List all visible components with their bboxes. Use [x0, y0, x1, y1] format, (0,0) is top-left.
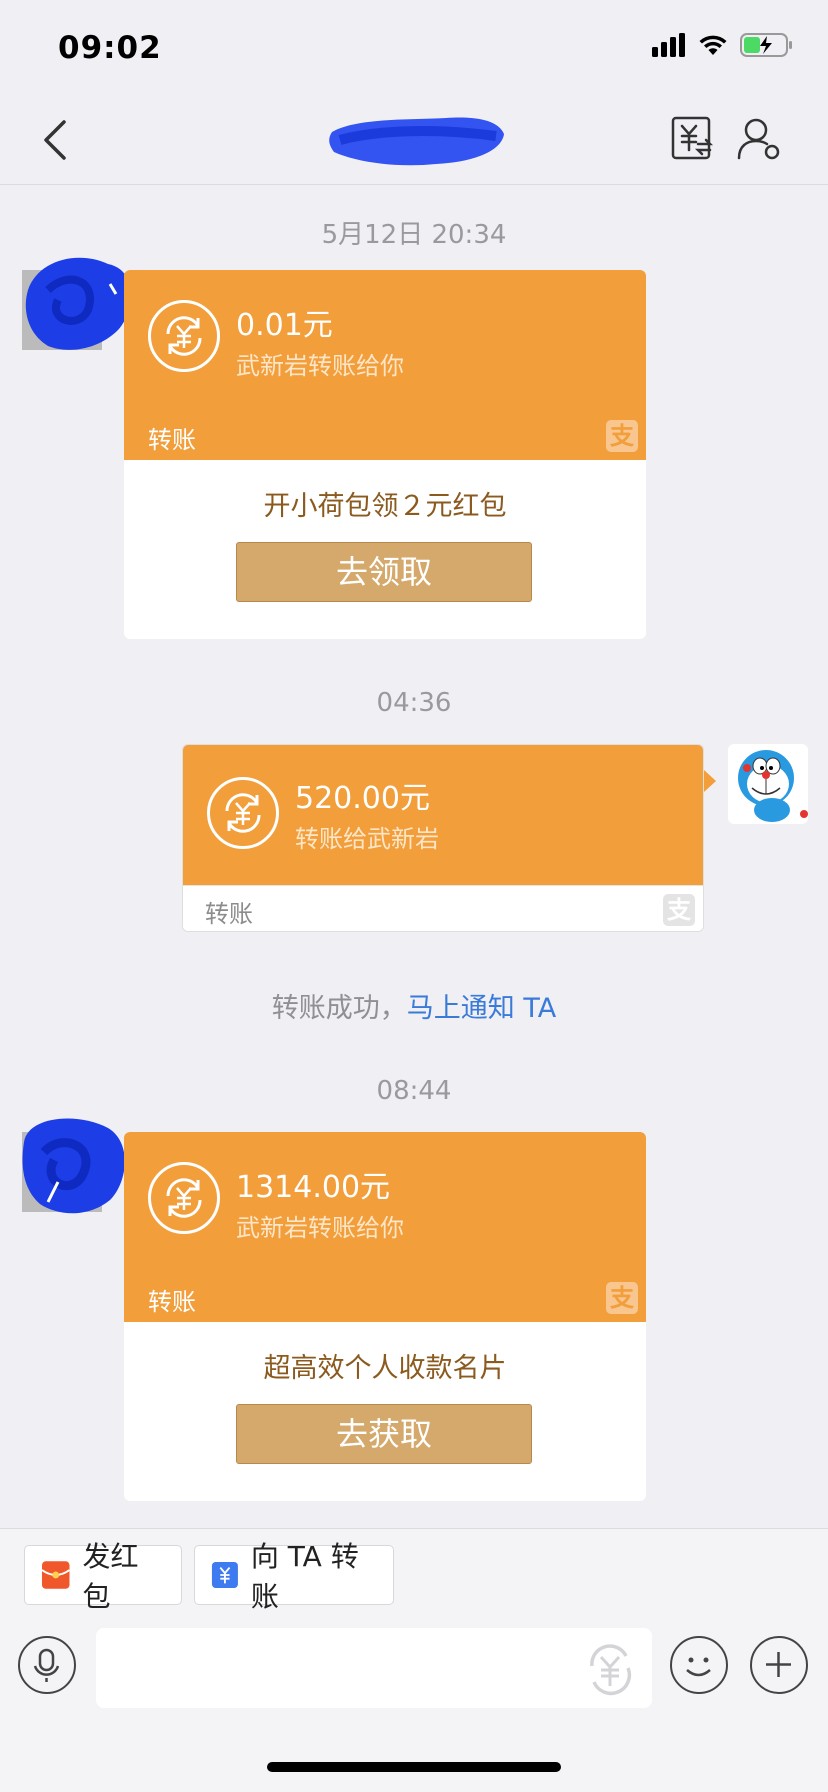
doraemon-avatar-icon [738, 750, 808, 822]
alipay-logo-icon: 支 [663, 894, 695, 926]
transfer-card-header: 0.01元 武新岩转账给你 转账 支 [124, 270, 646, 460]
transfer-card[interactable]: 0.01元 武新岩转账给你 转账 支 开小荷包领２元红包 去领取 [124, 270, 646, 639]
transfer-label: 转账 [148, 1288, 196, 1316]
transfer-description: 武新岩转账给你 [236, 1214, 404, 1242]
alipay-logo-icon: 支 [606, 1282, 638, 1314]
transfer-card-footer: 转账 支 [183, 885, 703, 931]
send-red-packet-button[interactable]: 发红包 [24, 1540, 182, 1613]
transfer-description: 武新岩转账给你 [236, 352, 404, 380]
claim-button[interactable]: 去领取 [236, 542, 532, 602]
timestamp: 08:44 [376, 1076, 452, 1106]
promo-text: 超高效个人收款名片 [263, 1353, 507, 1384]
transfer-amount: 520.00元 [295, 781, 430, 816]
avatar[interactable] [18, 250, 138, 360]
transfer-to-ta-label: 向 TA 转账 [250, 1540, 359, 1613]
timestamp: 04:36 [376, 688, 452, 718]
alipay-logo-icon: 支 [606, 420, 638, 452]
quick-action-bar: 发红包 向 TA 转账 [0, 1528, 828, 1620]
avatar[interactable] [18, 1112, 138, 1222]
emoji-icon[interactable] [670, 1636, 728, 1694]
transfer-input-icon[interactable] [582, 1642, 638, 1698]
system-message-text: 转账成功， [271, 993, 407, 1024]
notify-link[interactable]: 马上通知 TA [407, 993, 556, 1024]
transfer-amount: 1314.00元 [236, 1170, 391, 1205]
battery-icon [740, 33, 792, 57]
transfer-icon [211, 1562, 238, 1588]
voice-icon[interactable] [18, 1636, 76, 1694]
status-bar: 09:02 [0, 0, 828, 92]
transfer-description: 转账给武新岩 [295, 825, 439, 853]
plus-icon[interactable] [750, 1636, 808, 1694]
back-icon[interactable] [38, 118, 78, 162]
signal-icon [652, 33, 685, 57]
promo-text: 开小荷包领２元红包 [263, 491, 507, 522]
message-input[interactable] [96, 1628, 652, 1708]
avatar-self[interactable] [728, 744, 808, 824]
get-button[interactable]: 去获取 [236, 1404, 532, 1464]
system-message: 转账成功，马上通知 TA [0, 986, 828, 1025]
transfer-record-icon[interactable] [670, 116, 714, 160]
transfer-label: 转账 [205, 900, 253, 928]
transfer-card[interactable]: 1314.00元 武新岩转账给你 转账 支 超高效个人收款名片 去获取 [124, 1132, 646, 1501]
transfer-coin-icon [148, 1162, 220, 1234]
transfer-label: 转账 [148, 426, 196, 454]
transfer-card-header: 1314.00元 武新岩转账给你 转账 支 [124, 1132, 646, 1322]
status-time: 09:02 [58, 30, 162, 66]
transfer-card-header: 520.00元 转账给武新岩 [183, 745, 703, 885]
bubble-tail [704, 770, 716, 792]
redaction-scribble [329, 117, 504, 166]
timestamp: 5月12日 20:34 [321, 220, 507, 250]
profile-settings-icon[interactable] [736, 116, 782, 162]
red-packet-icon [41, 1561, 71, 1589]
transfer-to-ta-button[interactable]: 向 TA 转账 [194, 1540, 394, 1613]
home-indicator [267, 1762, 561, 1772]
wifi-icon [699, 35, 727, 55]
transfer-coin-icon [207, 777, 279, 849]
transfer-card-sent[interactable]: 520.00元 转账给武新岩 转账 支 [182, 744, 704, 932]
transfer-coin-icon [148, 300, 220, 372]
status-icons [652, 32, 794, 58]
send-red-packet-label: 发红包 [82, 1540, 139, 1613]
nav-bar [0, 92, 828, 185]
transfer-amount: 0.01元 [236, 308, 333, 343]
